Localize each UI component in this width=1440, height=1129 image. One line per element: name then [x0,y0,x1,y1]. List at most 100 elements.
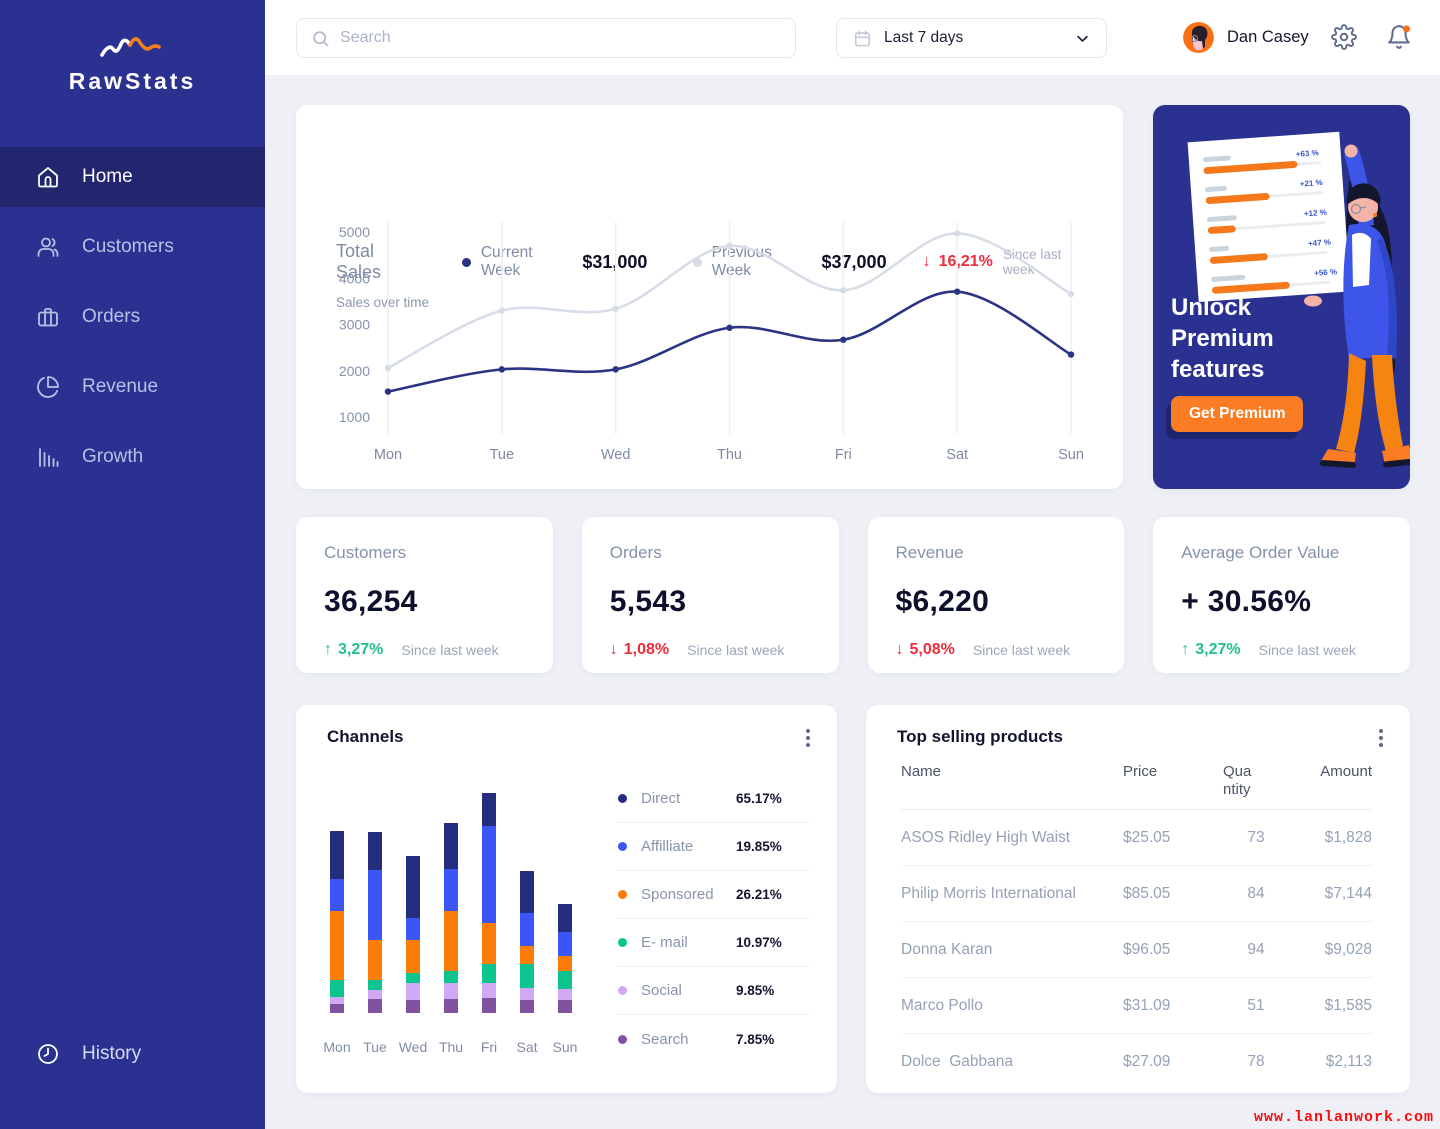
stat-title: Orders [610,543,811,563]
channels-menu-button[interactable] [799,729,817,749]
channels-legend-search: Search7.85% [618,1015,810,1063]
logo: RawStats [0,34,265,95]
premium-card: +63 % +21 % +12 % +47 % [1153,105,1410,489]
bar-segment-direct [520,871,534,913]
avatar[interactable] [1183,22,1214,53]
bar-segment-social [444,983,458,999]
bar-segment-email [406,973,420,983]
sidebar-item-orders[interactable]: Orders [0,287,265,347]
bar-segment-email [330,980,344,997]
date-range-value: Last 7 days [884,29,963,47]
channels-legend-email: E- mail10.97% [618,919,810,967]
notification-dot [1403,25,1410,32]
stat-card-average-order-value: Average Order Value + 30.56% ↑3,27%Since l… [1153,517,1410,673]
channels-bar-fri [470,789,508,1013]
users-icon [36,235,60,259]
channels-legend-direct: Direct65.17% [618,775,810,823]
bar-segment-affilliate [520,913,534,946]
stat-value: 36,254 [324,585,525,619]
bar-segment-sponsored [520,946,534,964]
search-icon [311,29,330,48]
svg-text:Fri: Fri [835,447,852,463]
bar-segment-sponsored [368,940,382,980]
settings-button[interactable] [1331,24,1357,50]
channels-title: Channels [327,727,404,747]
column-header-amount: Amount [1289,763,1372,781]
bell-icon [1386,24,1412,50]
stat-value: + 30.56% [1181,585,1382,619]
sidebar: RawStats Home Customers Orders Revenue Growt… [0,0,265,1129]
bar-segment-email [520,964,534,988]
product-row: Dolce Gabbana$27.0978$2,113 [901,1034,1372,1090]
bar-segment-affilliate [368,870,382,940]
bar-segment-direct [482,793,496,826]
home-icon [36,165,60,189]
svg-text:Sun: Sun [1058,447,1084,463]
channels-x-label: Sat [508,1039,546,1055]
sales-line-chart: MonTueWedThuFriSatSun1000200030004000500… [314,197,1104,469]
stat-delta: ↓5,08%Since last week [896,641,1097,659]
date-range-select[interactable]: Last 7 days [836,18,1107,58]
pie-icon [36,375,60,399]
notifications-button[interactable] [1386,24,1412,50]
sidebar-item-revenue[interactable]: Revenue [0,357,265,417]
bar-segment-email [368,980,382,990]
premium-board: +63 % +21 % +12 % +47 % [1188,132,1351,302]
search-input[interactable] [340,29,795,47]
products-menu-button[interactable] [1372,729,1390,749]
sidebar-item-growth[interactable]: Growth [0,427,265,487]
bar-segment-sponsored [444,911,458,971]
briefcase-icon [36,305,60,329]
sidebar-footer: History [0,1024,265,1094]
products-table: NamePriceQua ntityAmount ASOS Ridley Hig… [901,763,1372,1090]
bar-segment-direct [330,831,344,879]
svg-text:2000: 2000 [339,363,370,379]
search-box[interactable] [296,18,796,58]
svg-text:1000: 1000 [339,409,370,425]
bar-segment-social [520,988,534,1000]
product-row: Marco Pollo$31.0951$1,585 [901,978,1372,1034]
bar-segment-affilliate [558,932,572,956]
bar-segment-sponsored [482,923,496,964]
svg-text:Sat: Sat [946,447,968,463]
stat-delta: ↑3,27%Since last week [1181,641,1382,659]
bar-segment-affilliate [406,918,420,940]
bar-segment-social [330,997,344,1004]
clock-icon [36,1042,60,1066]
channels-legend-social: Social9.85% [618,967,810,1015]
bar-segment-affilliate [330,879,344,911]
bar-segment-affilliate [444,869,458,911]
stat-value: 5,543 [610,585,811,619]
channels-bar-tue [356,789,394,1013]
stat-title: Average Order Value [1181,543,1382,563]
channels-x-label: Fri [470,1039,508,1055]
channels-bar-sun [546,789,584,1013]
top-selling-products-card: Top selling products NamePriceQua ntityA… [866,705,1410,1093]
get-premium-button[interactable]: Get Premium [1171,396,1303,432]
bar-segment-social [482,983,496,998]
channels-x-label: Thu [432,1039,470,1055]
logo-text: RawStats [0,68,265,95]
calendar-icon [853,29,872,48]
sidebar-item-customers[interactable]: Customers [0,217,265,277]
sidebar-item-history[interactable]: History [0,1024,265,1084]
bar-segment-direct [558,904,572,932]
channels-legend: Direct65.17%Affilliate19.85%Sponsored26.… [618,775,810,1063]
svg-text:+47 %: +47 % [1308,238,1331,249]
svg-text:4000: 4000 [339,270,370,286]
watermark: www.lanlanwork.com [1254,1109,1434,1126]
channels-x-label: Sun [546,1039,584,1055]
stat-card-revenue: Revenue$6,220↓5,08%Since last week [868,517,1125,673]
gear-icon [1331,24,1357,50]
products-table-header: NamePriceQua ntityAmount [901,763,1372,810]
avatar-image [1183,22,1214,53]
products-title: Top selling products [897,727,1063,747]
bars-icon [36,445,60,469]
sidebar-item-home[interactable]: Home [0,147,265,207]
stat-title: Customers [324,543,525,563]
bar-segment-direct [406,856,420,918]
channels-bar-sat [508,789,546,1013]
product-row: ASOS Ridley High Waist$25.0573$1,828 [901,810,1372,866]
channels-bar-mon [318,789,356,1013]
channels-x-label: Tue [356,1039,394,1055]
